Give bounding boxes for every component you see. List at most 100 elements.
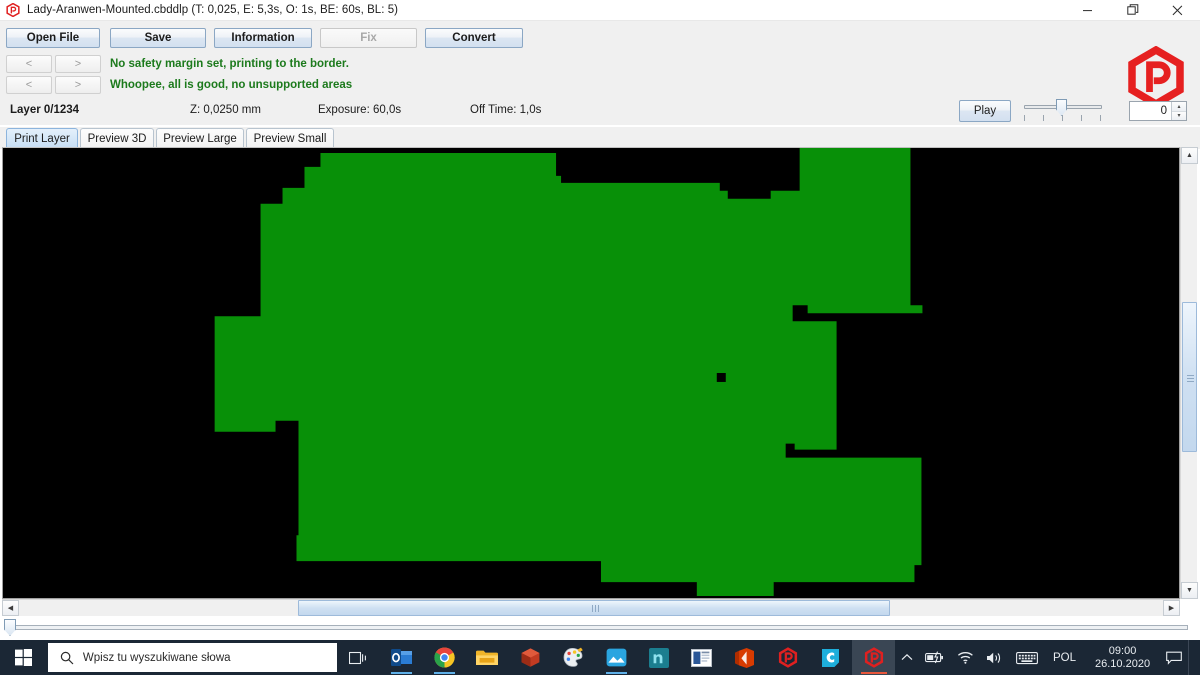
z-height-label: Z: 0,0250 mm	[190, 104, 261, 116]
system-tray: POL 09:00 26.10.2020	[895, 640, 1200, 675]
layer-slider-ticks	[1024, 115, 1102, 122]
scroll-left-button[interactable]: ◀	[2, 600, 19, 616]
running-indicator	[434, 672, 456, 674]
fix-button[interactable]: Fix	[320, 28, 417, 48]
horizontal-scrollbar[interactable]: ◀ ▶	[2, 599, 1180, 616]
taskbar-app-uvtools-window[interactable]	[852, 640, 895, 675]
taskbar-clock[interactable]: 09:00 26.10.2020	[1085, 640, 1160, 675]
title-bar: Lady-Aranwen-Mounted.cbddlp (T: 0,025, E…	[0, 0, 1200, 21]
tab-preview-3d[interactable]: Preview 3D	[80, 128, 154, 149]
vertical-scrollbar[interactable]: ▲ ▼	[1180, 147, 1198, 599]
save-button[interactable]: Save	[110, 28, 206, 48]
tab-preview-large[interactable]: Preview Large	[156, 128, 244, 149]
uvtools-window: Lady-Aranwen-Mounted.cbddlp (T: 0,025, E…	[0, 0, 1200, 675]
restore-button[interactable]	[1110, 0, 1155, 21]
scroll-right-button[interactable]: ▶	[1163, 600, 1180, 616]
taskbar-app-uvtools[interactable]	[766, 640, 809, 675]
uvtools-logo-icon	[6, 3, 20, 17]
windows-taskbar: Wpisz tu wyszukiwane słowa POL 09:00 26.…	[0, 640, 1200, 675]
layer-slice-image	[3, 148, 1179, 598]
tab-print-layer[interactable]: Print Layer	[6, 128, 78, 149]
slice-internal-hole	[716, 373, 726, 382]
taskbar-app-file-explorer[interactable]	[466, 640, 509, 675]
running-indicator	[605, 672, 627, 674]
layer-slider[interactable]	[1022, 97, 1104, 125]
uvtools-brand-logo-icon	[1128, 46, 1184, 108]
cura-icon	[822, 649, 840, 667]
layer-spinner-arrows: ▴ ▾	[1171, 102, 1186, 120]
windows-logo-icon	[15, 649, 33, 666]
wifi-icon[interactable]	[951, 640, 980, 675]
support-prev-button[interactable]: <	[6, 76, 52, 94]
start-button[interactable]	[0, 640, 48, 675]
scroll-down-button[interactable]: ▼	[1181, 582, 1198, 599]
layer-spinner-value[interactable]: 0	[1130, 105, 1171, 117]
chitubox-icon	[649, 647, 670, 668]
taskbar-app-cura[interactable]	[809, 640, 852, 675]
task-view-icon	[349, 651, 367, 664]
running-indicator	[861, 672, 888, 674]
photos-icon	[606, 648, 627, 667]
volume-icon[interactable]	[980, 640, 1010, 675]
tab-preview-small[interactable]: Preview Small	[246, 128, 334, 149]
window-title: Lady-Aranwen-Mounted.cbddlp (T: 0,025, E…	[27, 4, 399, 16]
notification-center-icon[interactable]	[1160, 640, 1188, 675]
spinner-up-button[interactable]: ▴	[1172, 102, 1186, 112]
layer-range-slider[interactable]	[2, 617, 1190, 637]
language-indicator[interactable]: POL	[1044, 652, 1085, 664]
scroll-up-button[interactable]: ▲	[1181, 147, 1198, 164]
search-input[interactable]: Wpisz tu wyszukiwane słowa	[47, 643, 338, 672]
close-button[interactable]	[1155, 0, 1200, 21]
margin-prev-button[interactable]: <	[6, 55, 52, 73]
layer-spinner[interactable]: 0 ▴ ▾	[1129, 101, 1187, 121]
spinner-down-button[interactable]: ▾	[1172, 111, 1186, 120]
safety-margin-message: No safety margin set, printing to the bo…	[110, 58, 349, 70]
layer-slider-thumb[interactable]	[1056, 99, 1067, 116]
running-indicator	[391, 672, 413, 674]
clock-date: 26.10.2020	[1095, 657, 1151, 670]
taskbar-app-chitubox[interactable]	[638, 640, 681, 675]
open-file-button[interactable]: Open File	[6, 28, 100, 48]
vertical-scroll-thumb[interactable]	[1182, 302, 1197, 452]
battery-icon[interactable]	[919, 640, 951, 675]
toolbar-area: Open File Save Information Fix Convert <…	[0, 21, 1200, 125]
information-button[interactable]: Information	[214, 28, 312, 48]
taskbar-app-office[interactable]	[723, 640, 766, 675]
tab-strip: Print Layer Preview 3D Preview Large Pre…	[0, 127, 1200, 149]
layer-viewport[interactable]	[2, 147, 1180, 599]
show-desktop-button[interactable]	[1188, 640, 1200, 675]
task-view-button[interactable]	[337, 640, 380, 675]
taskbar-app-outlook[interactable]	[380, 640, 423, 675]
support-next-button[interactable]: >	[55, 76, 101, 94]
office-icon	[735, 647, 755, 668]
slice-cured-area	[214, 148, 923, 597]
minimize-button[interactable]	[1065, 0, 1110, 21]
cube-icon	[521, 648, 540, 667]
outlook-icon	[390, 648, 412, 666]
off-time-label: Off Time: 1,0s	[470, 104, 542, 116]
slice-outline	[214, 148, 923, 597]
layer-indicator: Layer 0/1234	[10, 104, 80, 116]
taskbar-app-chrome[interactable]	[423, 640, 466, 675]
search-placeholder: Wpisz tu wyszukiwane słowa	[82, 651, 231, 664]
layer-range-thumb[interactable]	[4, 619, 16, 636]
uvtools-icon	[778, 647, 797, 668]
tray-chevron-up-icon[interactable]	[895, 640, 919, 675]
paint-palette-icon	[563, 647, 583, 667]
search-icon	[60, 651, 74, 664]
chrome-icon	[434, 647, 455, 668]
margin-next-button[interactable]: >	[55, 55, 101, 73]
play-button[interactable]: Play	[959, 100, 1011, 122]
keyboard-icon[interactable]	[1010, 640, 1044, 675]
taskbar-app-3d-builder[interactable]	[509, 640, 552, 675]
taskbar-app-photos[interactable]	[595, 640, 638, 675]
horizontal-scroll-thumb[interactable]	[298, 600, 890, 616]
folder-icon	[476, 650, 499, 665]
exposure-label: Exposure: 60,0s	[318, 104, 402, 116]
presentation-icon	[691, 648, 713, 667]
unsupported-message: Whoopee, all is good, no unsupported are…	[110, 79, 353, 91]
clock-time: 09:00	[1108, 644, 1137, 657]
taskbar-app-paint-3d[interactable]	[552, 640, 595, 675]
convert-button[interactable]: Convert	[425, 28, 523, 48]
taskbar-app-powerpoint[interactable]	[680, 640, 723, 675]
